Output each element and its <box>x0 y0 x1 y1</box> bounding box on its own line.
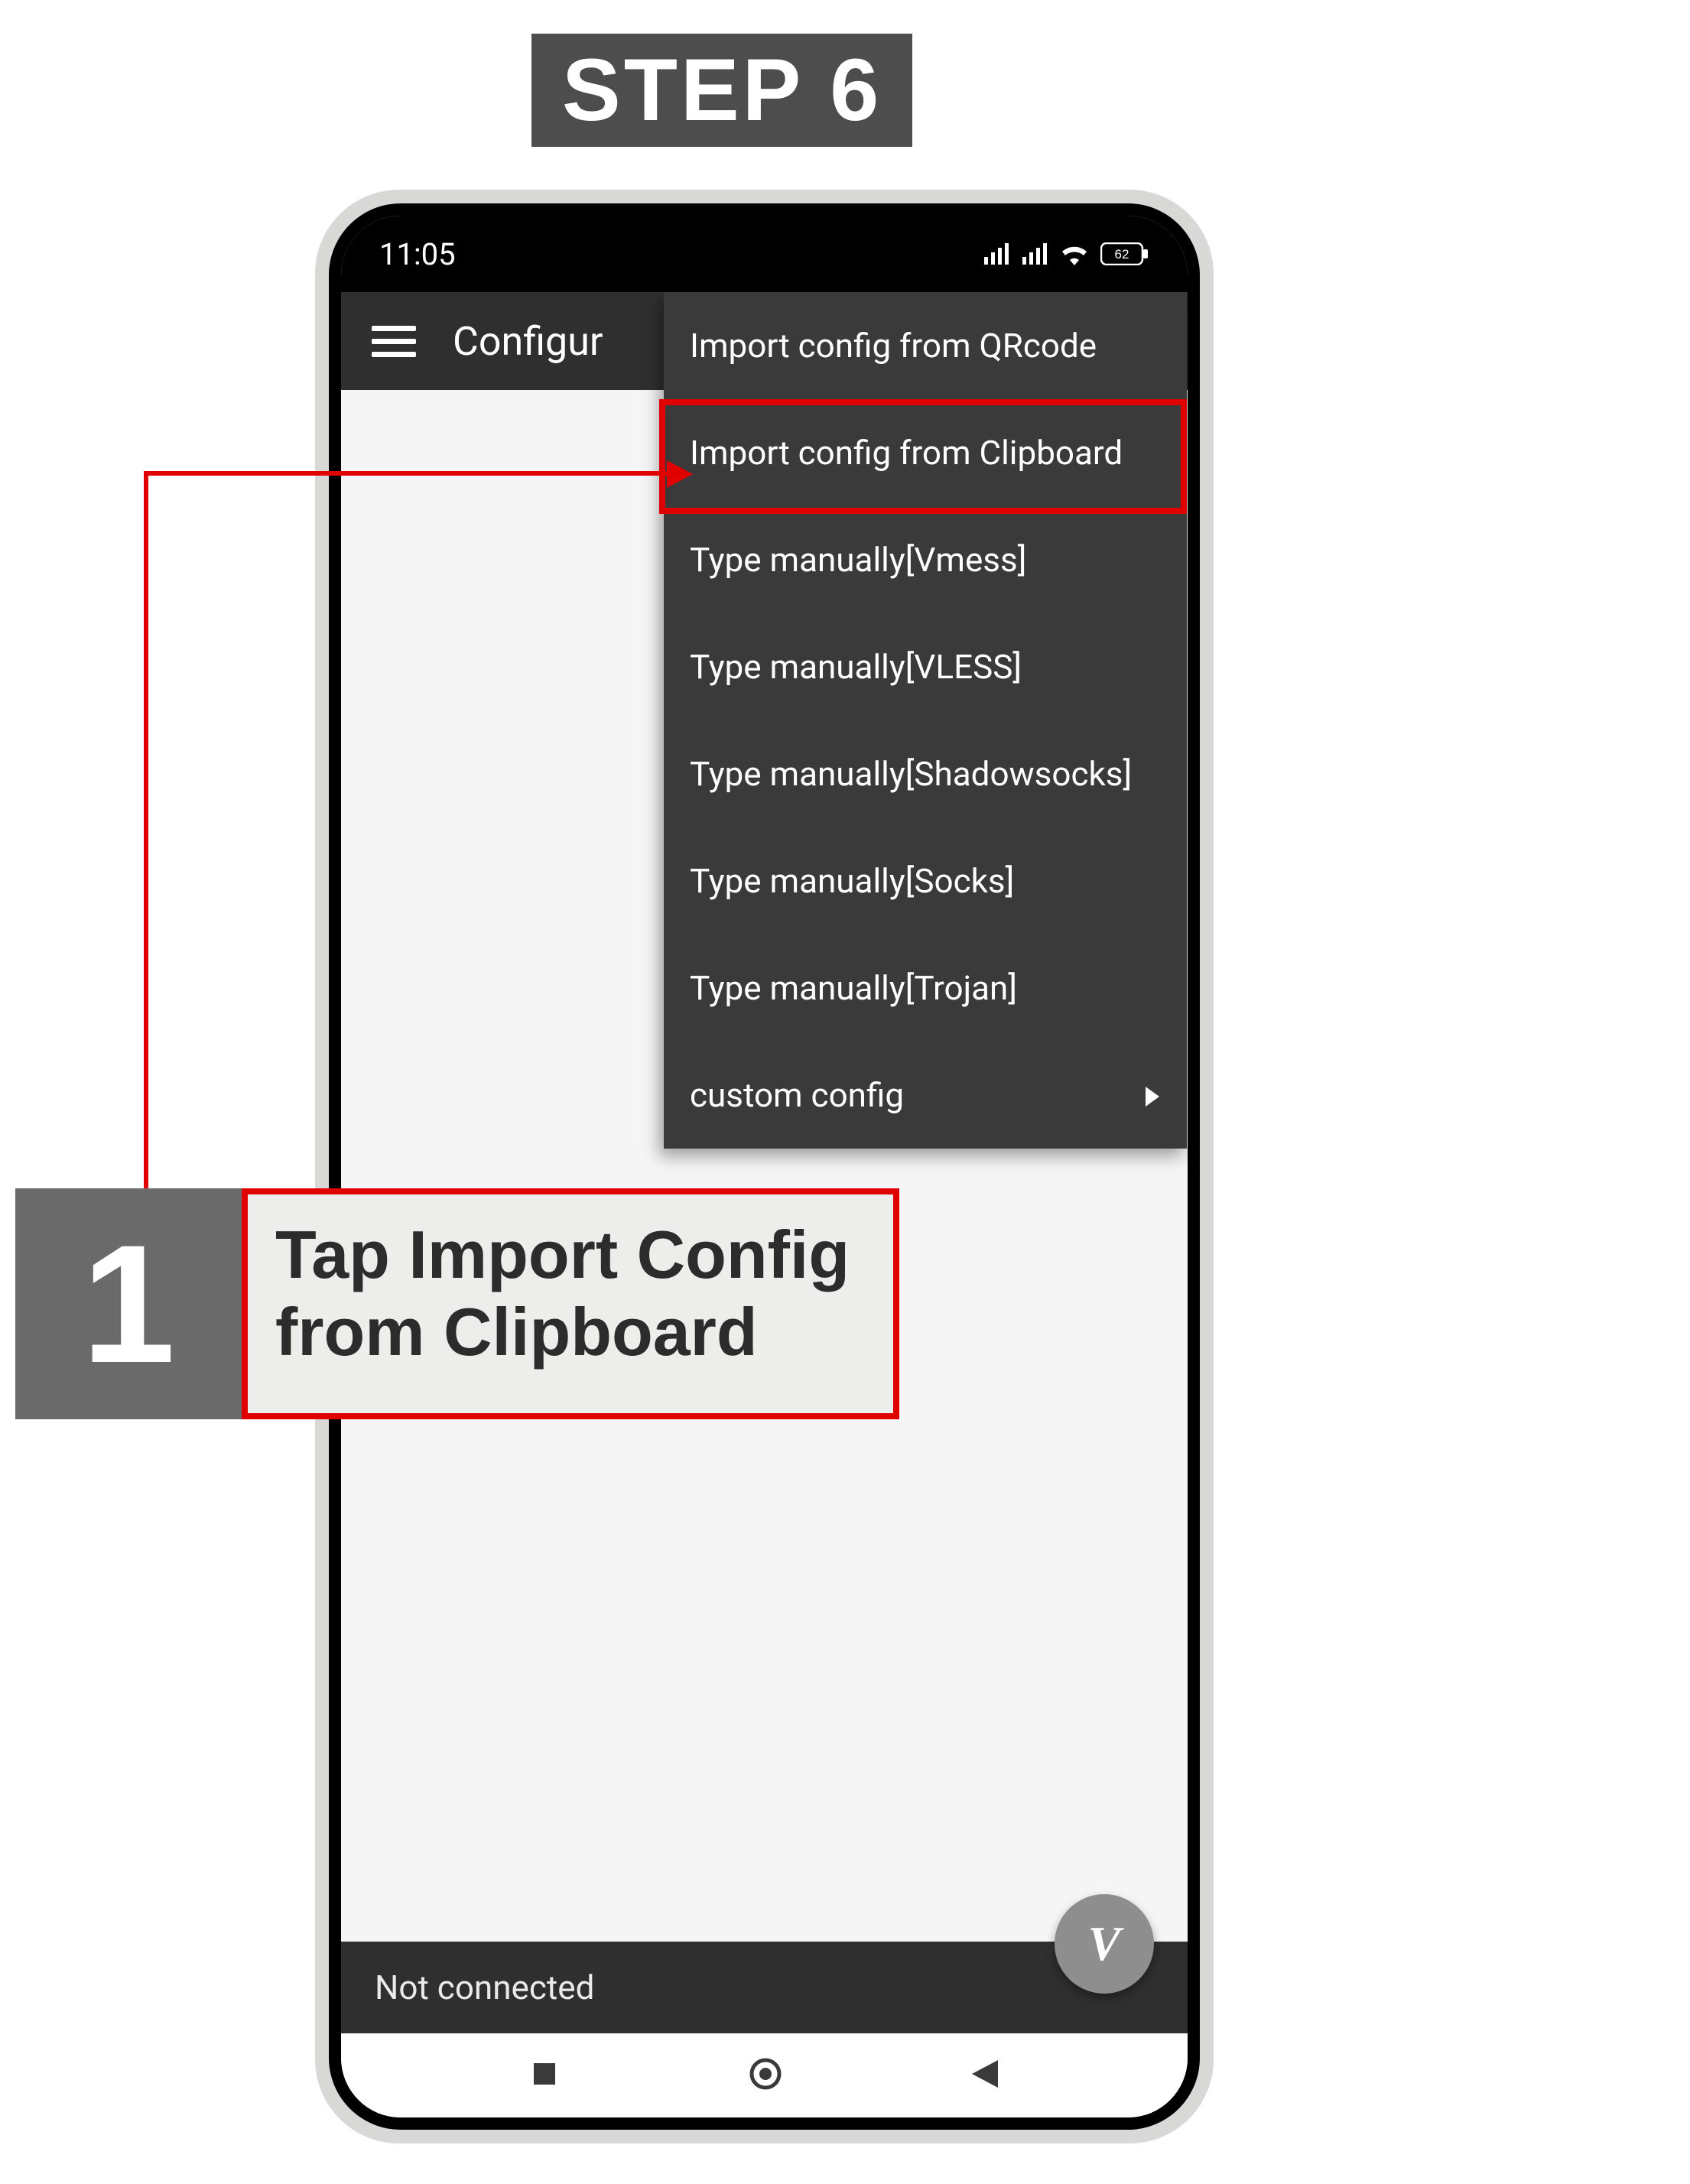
fab-glyph: V <box>1088 1916 1121 1972</box>
menu-item-custom-config[interactable]: custom config <box>664 1042 1187 1149</box>
menu-item-label: Type manually[Socks] <box>690 861 1014 901</box>
signal-icon-2 <box>1021 243 1048 265</box>
menu-item-type-socks[interactable]: Type manually[Socks] <box>664 827 1187 934</box>
menu-item-type-vless[interactable]: Type manually[VLESS] <box>664 613 1187 720</box>
step-badge: STEP 6 <box>531 34 912 147</box>
annotation-callout: 1 Tap Import Config from Clipboard <box>15 1188 899 1419</box>
chevron-right-icon <box>1146 1075 1159 1115</box>
menu-item-label: Type manually[Vmess] <box>690 540 1026 580</box>
import-menu: Import config from QRcode Import config … <box>664 292 1187 1149</box>
nav-home-icon[interactable] <box>749 2057 782 2094</box>
menu-item-label: Type manually[Shadowsocks] <box>690 754 1132 794</box>
phone-frame: 11:05 62 <box>315 190 1214 2143</box>
nav-back-icon[interactable] <box>972 2060 998 2091</box>
status-right: 62 <box>983 242 1149 265</box>
menu-item-label: custom config <box>690 1075 904 1115</box>
wifi-icon <box>1059 242 1090 265</box>
menu-item-label: Import config from Clipboard <box>690 433 1123 473</box>
app-title: Configur <box>453 318 603 365</box>
status-bar: 11:05 62 <box>341 216 1188 292</box>
connect-fab[interactable]: V <box>1055 1894 1154 1994</box>
svg-text:62: 62 <box>1115 247 1129 262</box>
callout-number: 1 <box>15 1188 242 1419</box>
menu-item-import-clipboard[interactable]: Import config from Clipboard <box>664 399 1187 506</box>
menu-item-label: Type manually[Trojan] <box>690 968 1017 1008</box>
android-nav-bar <box>341 2033 1188 2117</box>
screen: 11:05 62 <box>341 216 1188 2117</box>
menu-item-type-shadowsocks[interactable]: Type manually[Shadowsocks] <box>664 720 1187 827</box>
signal-icon-1 <box>983 243 1010 265</box>
hamburger-icon[interactable] <box>372 326 416 357</box>
menu-item-type-trojan[interactable]: Type manually[Trojan] <box>664 934 1187 1042</box>
connection-status-text: Not connected <box>375 1968 594 2007</box>
menu-item-label: Import config from QRcode <box>690 326 1097 366</box>
phone-inner: 11:05 62 <box>329 203 1200 2130</box>
menu-item-import-qrcode[interactable]: Import config from QRcode <box>664 292 1187 399</box>
battery-icon: 62 <box>1100 242 1149 265</box>
menu-item-type-vmess[interactable]: Type manually[Vmess] <box>664 506 1187 613</box>
nav-recent-icon[interactable] <box>531 2060 558 2091</box>
menu-item-label: Type manually[VLESS] <box>690 647 1022 687</box>
status-time: 11:05 <box>379 236 456 272</box>
callout-text: Tap Import Config from Clipboard <box>242 1188 899 1419</box>
